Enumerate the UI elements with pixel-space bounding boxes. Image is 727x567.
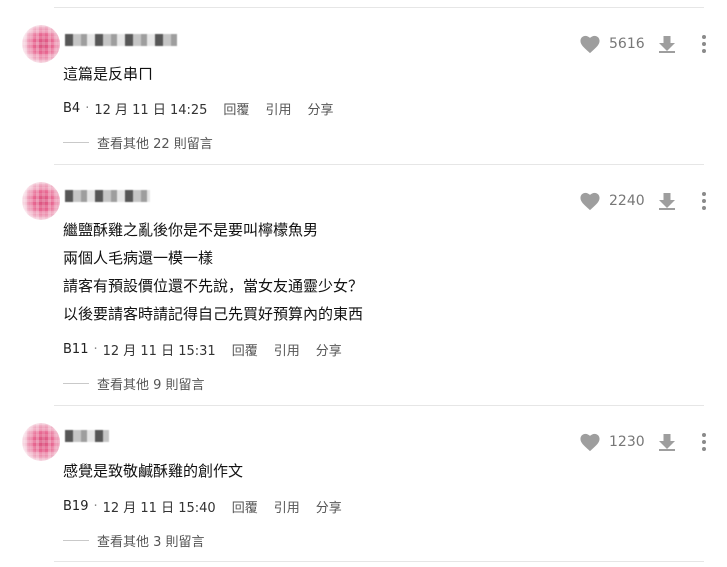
meta-separator: ·: [93, 341, 98, 357]
comment-actions: 5616: [579, 32, 707, 56]
timestamp: 12 月 11 日 15:31: [102, 343, 216, 359]
more-vertical-icon[interactable]: [701, 432, 707, 452]
view-more-replies-label: 查看其他 9 則留言: [97, 377, 205, 393]
quote-button[interactable]: 引用: [274, 340, 300, 359]
comment-divider: [54, 405, 704, 406]
like-count: 1230: [609, 434, 645, 450]
arrow-down-icon[interactable]: [657, 432, 677, 452]
timestamp: 12 月 11 日 14:25: [94, 102, 208, 118]
floor-number: B4: [63, 100, 81, 116]
replies-line: [63, 141, 89, 143]
heart-icon[interactable]: [579, 191, 601, 211]
replies-line: [63, 382, 89, 384]
view-more-replies[interactable]: 查看其他 22 則留言: [63, 133, 213, 152]
avatar[interactable]: [18, 419, 64, 465]
username-blurred: [65, 34, 177, 46]
comment-line: 以後要請客時請記得自己先買好預算內的東西: [63, 305, 364, 323]
comment-line: 繼鹽酥雞之亂後你是不是要叫檸檬魚男: [63, 221, 319, 239]
meta-separator: ·: [93, 498, 98, 514]
meta-separator: ·: [85, 100, 90, 116]
comment-body: 感覺是致敬鹹酥雞的創作文: [63, 457, 243, 485]
quote-button[interactable]: 引用: [265, 99, 291, 118]
username-blurred: [65, 190, 150, 202]
comment-line: 請客有預設價位還不先說，當女友通靈少女？: [63, 277, 364, 295]
username-blurred: [65, 430, 109, 442]
view-more-replies[interactable]: 查看其他 3 則留言: [63, 531, 205, 550]
comment-divider: [54, 164, 704, 165]
timestamp: 12 月 11 日 15:40: [102, 500, 216, 516]
arrow-down-icon[interactable]: [657, 34, 677, 54]
view-more-replies-label: 查看其他 3 則留言: [97, 534, 205, 550]
avatar[interactable]: [18, 178, 64, 224]
arrow-down-icon[interactable]: [657, 191, 677, 211]
comment-line: 這篇是反串ㄇ: [63, 65, 154, 83]
more-vertical-icon[interactable]: [701, 34, 707, 54]
comment-actions: 2240: [579, 189, 707, 213]
comment-meta: B4 · 12 月 11 日 14:25 回覆 引用 分享: [63, 99, 333, 118]
comment-line: 感覺是致敬鹹酥雞的創作文: [63, 462, 244, 480]
comment-body: 繼鹽酥雞之亂後你是不是要叫檸檬魚男 兩個人毛病還一模一樣 請客有預設價位還不先說…: [63, 216, 363, 328]
comment-line: 兩個人毛病還一模一樣: [63, 249, 214, 267]
heart-icon[interactable]: [579, 432, 601, 452]
avatar[interactable]: [18, 21, 64, 67]
comment-body: 這篇是反串ㄇ: [63, 60, 153, 88]
reply-button[interactable]: 回覆: [232, 497, 258, 516]
floor-number: B11: [63, 341, 89, 357]
share-button[interactable]: 分享: [307, 99, 333, 118]
comment-actions: 1230: [579, 430, 707, 454]
reply-button[interactable]: 回覆: [223, 99, 249, 118]
view-more-replies[interactable]: 查看其他 9 則留言: [63, 374, 205, 393]
comment-meta: B19 · 12 月 11 日 15:40 回覆 引用 分享: [63, 497, 342, 516]
heart-icon[interactable]: [579, 34, 601, 54]
comment-meta: B11 · 12 月 11 日 15:31 回覆 引用 分享: [63, 340, 342, 359]
share-button[interactable]: 分享: [316, 340, 342, 359]
like-count: 2240: [609, 193, 645, 209]
like-count: 5616: [609, 36, 645, 52]
top-divider: [54, 7, 704, 8]
reply-button[interactable]: 回覆: [232, 340, 258, 359]
floor-number: B19: [63, 498, 89, 514]
replies-line: [63, 539, 89, 541]
quote-button[interactable]: 引用: [274, 497, 300, 516]
view-more-replies-label: 查看其他 22 則留言: [97, 136, 213, 152]
share-button[interactable]: 分享: [316, 497, 342, 516]
more-vertical-icon[interactable]: [701, 191, 707, 211]
bottom-divider: [54, 561, 704, 562]
